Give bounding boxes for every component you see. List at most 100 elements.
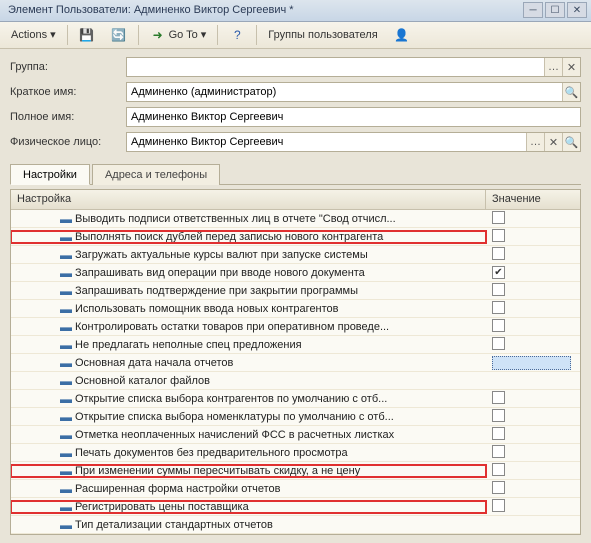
user-groups-button[interactable]: Группы пользователя bbox=[261, 24, 384, 46]
setting-value-cell[interactable] bbox=[486, 356, 580, 370]
table-row[interactable]: ▬Тип детализации стандартных отчетов bbox=[11, 516, 580, 534]
close-button[interactable]: ✕ bbox=[567, 2, 587, 18]
table-row[interactable]: ▬Основной каталог файлов bbox=[11, 372, 580, 390]
setting-name-cell[interactable]: ▬Запрашивать вид операции при вводе ново… bbox=[11, 267, 486, 279]
checkbox[interactable] bbox=[492, 247, 505, 260]
setting-name-cell[interactable]: ▬Запрашивать подтверждение при закрытии … bbox=[11, 285, 486, 297]
tab-addresses[interactable]: Адреса и телефоны bbox=[92, 164, 220, 185]
fullname-input[interactable] bbox=[127, 111, 580, 123]
setting-name-cell[interactable]: ▬Открытие списка выбора номенклатуры по … bbox=[11, 411, 486, 423]
checkbox[interactable] bbox=[492, 427, 505, 440]
help-icon: ? bbox=[229, 27, 245, 43]
group-input[interactable] bbox=[127, 61, 544, 73]
setting-name-cell[interactable]: ▬Не предлагать неполные спец предложения bbox=[11, 339, 486, 351]
checkbox[interactable] bbox=[492, 463, 505, 476]
checkbox[interactable] bbox=[492, 337, 505, 350]
group-field[interactable]: … ✕ bbox=[126, 57, 581, 77]
table-row[interactable]: ▬Загружать актуальные курсы валют при за… bbox=[11, 246, 580, 264]
group-clear-button[interactable]: ✕ bbox=[562, 58, 580, 76]
checkbox[interactable] bbox=[492, 409, 505, 422]
table-row[interactable]: ▬Выводить подписи ответственных лиц в от… bbox=[11, 210, 580, 228]
setting-name-cell[interactable]: ▬Регистрировать цены поставщика bbox=[11, 501, 486, 513]
setting-value-cell[interactable] bbox=[486, 301, 580, 317]
selected-value-cell[interactable] bbox=[492, 356, 571, 370]
col-header-name[interactable]: Настройка bbox=[11, 190, 486, 209]
setting-value-cell[interactable] bbox=[486, 229, 580, 245]
checkbox[interactable] bbox=[492, 499, 505, 512]
checkbox[interactable] bbox=[492, 445, 505, 458]
table-row[interactable]: ▬Не предлагать неполные спец предложения bbox=[11, 336, 580, 354]
checkbox[interactable] bbox=[492, 229, 505, 242]
checkbox[interactable] bbox=[492, 283, 505, 296]
minimize-button[interactable]: ─ bbox=[523, 2, 543, 18]
shortname-input[interactable] bbox=[127, 86, 562, 98]
setting-name-cell[interactable]: ▬Использовать помощник ввода новых контр… bbox=[11, 303, 486, 315]
table-row[interactable]: ▬Открытие списка выбора контрагентов по … bbox=[11, 390, 580, 408]
checkbox[interactable] bbox=[492, 301, 505, 314]
checkbox[interactable] bbox=[492, 319, 505, 332]
save-icon-button[interactable]: 💾 bbox=[72, 24, 102, 46]
table-row[interactable]: ▬Запрашивать вид операции при вводе ново… bbox=[11, 264, 580, 282]
setting-value-cell[interactable] bbox=[486, 283, 580, 299]
tab-settings[interactable]: Настройки bbox=[10, 164, 90, 185]
setting-value-cell[interactable] bbox=[486, 337, 580, 353]
refresh-icon-button[interactable]: 🔄 bbox=[104, 24, 134, 46]
setting-value-cell[interactable] bbox=[486, 247, 580, 263]
setting-name-cell[interactable]: ▬Основной каталог файлов bbox=[11, 375, 486, 387]
table-row[interactable]: ▬Отметка неоплаченных начислений ФСС в р… bbox=[11, 426, 580, 444]
help-button[interactable]: ? bbox=[222, 24, 252, 46]
setting-name-cell[interactable]: ▬Печать документов без предварительного … bbox=[11, 447, 486, 459]
table-row[interactable]: ▬При изменении суммы пересчитывать скидк… bbox=[11, 462, 580, 480]
checkbox[interactable] bbox=[492, 211, 505, 224]
bullet-icon: ▬ bbox=[60, 519, 72, 531]
setting-value-cell[interactable] bbox=[486, 427, 580, 443]
person-field[interactable]: … ✕ 🔍 bbox=[126, 132, 581, 152]
setting-name-cell[interactable]: ▬Загружать актуальные курсы валют при за… bbox=[11, 249, 486, 261]
table-row[interactable]: ▬Контролировать остатки товаров при опер… bbox=[11, 318, 580, 336]
setting-name-cell[interactable]: ▬Открытие списка выбора контрагентов по … bbox=[11, 393, 486, 405]
checkbox[interactable] bbox=[492, 481, 505, 494]
table-row[interactable]: ▬Расширенная форма настройки отчетов bbox=[11, 480, 580, 498]
table-row[interactable]: ▬Запрашивать подтверждение при закрытии … bbox=[11, 282, 580, 300]
shortname-field[interactable]: 🔍 bbox=[126, 82, 581, 102]
setting-value-cell[interactable] bbox=[486, 391, 580, 407]
checkbox[interactable]: ✔ bbox=[492, 266, 505, 279]
table-row[interactable]: ▬Выполнять поиск дублей перед записью но… bbox=[11, 228, 580, 246]
person-lookup-button[interactable]: 🔍 bbox=[562, 133, 580, 151]
goto-menu[interactable]: ➜ Go To▾ bbox=[143, 24, 214, 46]
person-select-button[interactable]: … bbox=[526, 133, 544, 151]
table-row[interactable]: ▬Основная дата начала отчетов bbox=[11, 354, 580, 372]
table-row[interactable]: ▬Регистрировать цены поставщика bbox=[11, 498, 580, 516]
setting-value-cell[interactable] bbox=[486, 319, 580, 335]
setting-value-cell[interactable]: ✔ bbox=[486, 266, 580, 279]
setting-name-cell[interactable]: ▬Расширенная форма настройки отчетов bbox=[11, 483, 486, 495]
setting-name-cell[interactable]: ▬Выводить подписи ответственных лиц в от… bbox=[11, 213, 486, 225]
person-clear-button[interactable]: ✕ bbox=[544, 133, 562, 151]
setting-value-cell[interactable] bbox=[486, 409, 580, 425]
setting-name-cell[interactable]: ▬Основная дата начала отчетов bbox=[11, 357, 486, 369]
shortname-lookup-button[interactable]: 🔍 bbox=[562, 83, 580, 101]
setting-value-cell[interactable] bbox=[486, 463, 580, 479]
actions-menu[interactable]: Actions▾ bbox=[4, 24, 63, 46]
table-row[interactable]: ▬Использовать помощник ввода новых контр… bbox=[11, 300, 580, 318]
setting-name-cell[interactable]: ▬Выполнять поиск дублей перед записью но… bbox=[11, 231, 486, 243]
user-icon-button[interactable]: 👤 bbox=[387, 24, 417, 46]
setting-name-cell[interactable]: ▬Тип детализации стандартных отчетов bbox=[11, 519, 486, 531]
setting-value-cell[interactable] bbox=[486, 499, 580, 515]
setting-name-cell[interactable]: ▬При изменении суммы пересчитывать скидк… bbox=[11, 465, 486, 477]
setting-value-cell[interactable] bbox=[486, 445, 580, 461]
setting-name-cell[interactable]: ▬Отметка неоплаченных начислений ФСС в р… bbox=[11, 429, 486, 441]
table-row[interactable]: ▬Печать документов без предварительного … bbox=[11, 444, 580, 462]
col-header-value[interactable]: Значение bbox=[486, 190, 580, 209]
maximize-button[interactable]: ☐ bbox=[545, 2, 565, 18]
person-input[interactable] bbox=[127, 136, 526, 148]
group-select-button[interactable]: … bbox=[544, 58, 562, 76]
setting-value-cell[interactable] bbox=[486, 211, 580, 227]
setting-text: Контролировать остатки товаров при опера… bbox=[75, 321, 389, 333]
checkbox[interactable] bbox=[492, 391, 505, 404]
table-row[interactable]: ▬Открытие списка выбора номенклатуры по … bbox=[11, 408, 580, 426]
setting-name-cell[interactable]: ▬Контролировать остатки товаров при опер… bbox=[11, 321, 486, 333]
grid-body[interactable]: ▬Выводить подписи ответственных лиц в от… bbox=[11, 210, 580, 534]
fullname-field[interactable] bbox=[126, 107, 581, 127]
setting-value-cell[interactable] bbox=[486, 481, 580, 497]
